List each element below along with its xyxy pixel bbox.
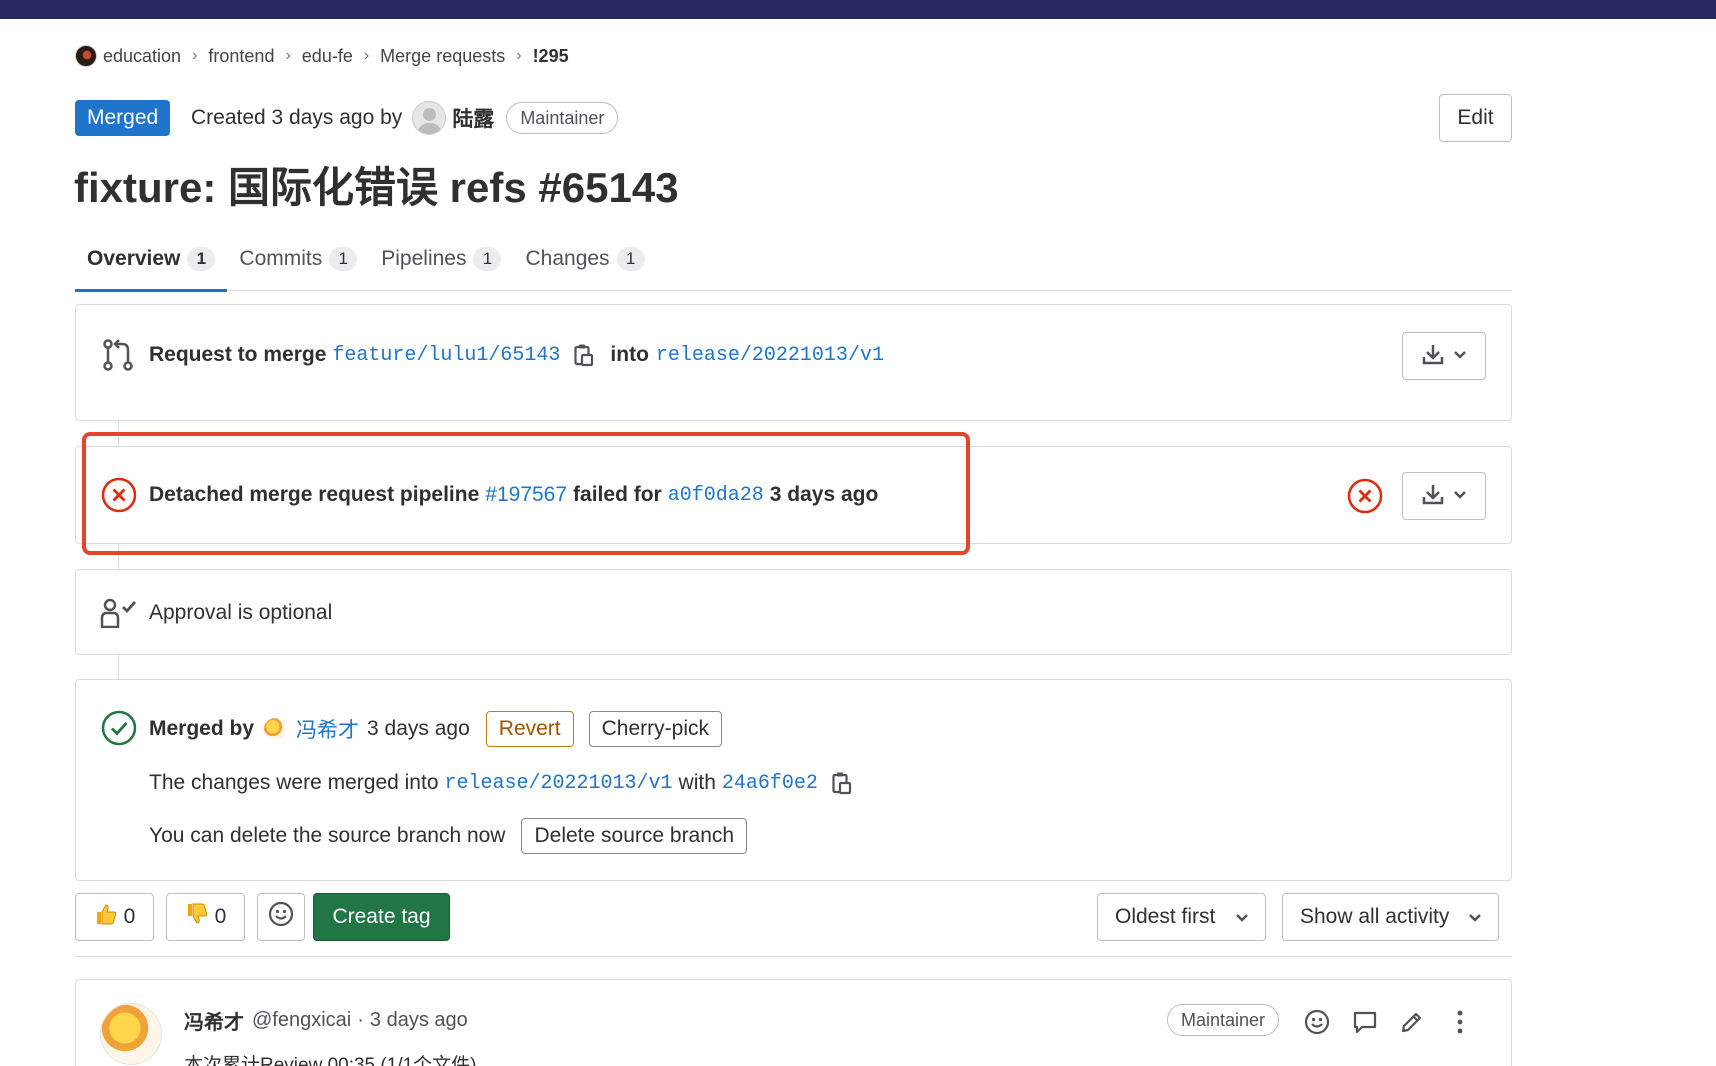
merger-avatar[interactable]: [264, 718, 287, 740]
merged-panel: Merged by 冯希才 3 days ago Revert Cherry-p…: [75, 679, 1512, 881]
git-merge-icon: [101, 338, 135, 377]
tab-count: 1: [329, 246, 358, 271]
thumbs-down-icon: [185, 902, 209, 932]
group-avatar: [75, 45, 97, 67]
tab-label: Overview: [87, 246, 181, 270]
add-reaction-icon[interactable]: [1303, 1008, 1331, 1036]
chevron-down-icon: [1235, 905, 1249, 929]
copy-icon[interactable]: [574, 343, 594, 367]
highlight-annotation-box: [82, 432, 970, 555]
pencil-icon[interactable]: [1398, 1008, 1426, 1036]
merged-by-row: Merged by 冯希才 3 days ago Revert Cherry-p…: [149, 710, 722, 748]
sort-dropdown[interactable]: Oldest first: [1097, 893, 1266, 941]
download-icon: [1421, 342, 1445, 371]
breadcrumb-item-current[interactable]: !295: [533, 46, 569, 67]
create-tag-button[interactable]: Create tag: [313, 893, 450, 941]
mr-tabs: Overview 1 Commits 1 Pipelines 1 Changes…: [75, 226, 1512, 292]
author-link[interactable]: 陆露: [452, 103, 494, 133]
merged-into-text: The changes were merged into: [149, 771, 439, 794]
delete-branch-text: You can delete the source branch now: [149, 824, 506, 847]
copy-icon[interactable]: [832, 771, 852, 795]
chevron-right-icon: ›: [363, 47, 370, 64]
tab-pipelines[interactable]: Pipelines 1: [369, 226, 513, 291]
merge-commit-link[interactable]: 24a6f0e2: [722, 772, 818, 795]
merged-by-prefix: Merged by: [149, 717, 255, 740]
chevron-right-icon: ›: [516, 47, 522, 64]
merger-link[interactable]: 冯希才: [296, 714, 359, 744]
merged-time: 3 days ago: [367, 717, 470, 740]
sort-label: Oldest first: [1115, 905, 1216, 928]
tab-label: Pipelines: [381, 246, 467, 270]
tab-count: 1: [473, 246, 502, 271]
tab-changes[interactable]: Changes 1: [513, 226, 656, 291]
author-role-badge: Maintainer: [506, 102, 619, 134]
tab-label: Changes: [525, 246, 610, 270]
divider: [75, 956, 1512, 957]
chevron-down-icon: [1468, 905, 1482, 929]
failed-stage-icon[interactable]: [1347, 478, 1383, 519]
note-author-username[interactable]: @fengxicai: [252, 1009, 351, 1032]
thumbs-up-button[interactable]: 0: [75, 893, 154, 941]
more-actions-icon[interactable]: [1446, 1008, 1474, 1036]
merged-with-text: with: [678, 771, 716, 794]
delete-branch-row: You can delete the source branch now Del…: [149, 816, 748, 856]
thumbs-up-count: 0: [123, 905, 136, 928]
note-separator: ·: [357, 1009, 364, 1031]
created-info: Created 3 days ago by 陆露 Maintainer: [191, 100, 619, 136]
tab-count: 1: [616, 246, 645, 271]
into-label: into: [610, 343, 649, 366]
status-success-icon: [101, 710, 137, 751]
breadcrumb-item-education[interactable]: education: [103, 46, 181, 67]
note-author-role-badge: Maintainer: [1167, 1004, 1280, 1036]
cherry-pick-button[interactable]: Cherry-pick: [588, 711, 722, 747]
activity-filter-label: Show all activity: [1300, 905, 1450, 928]
chevron-down-icon: [1453, 487, 1467, 505]
merge-info-panel: Request to merge feature/lulu1/65143 int…: [75, 304, 1512, 421]
smiley-icon: [268, 901, 294, 933]
artifacts-dropdown[interactable]: [1402, 472, 1486, 520]
thumbs-down-button[interactable]: 0: [166, 893, 245, 941]
add-reaction-button[interactable]: [257, 893, 305, 941]
note-author-name[interactable]: 冯希才: [184, 1006, 244, 1035]
revert-button[interactable]: Revert: [485, 711, 574, 747]
tab-commits[interactable]: Commits 1: [227, 226, 369, 291]
download-icon: [1421, 482, 1445, 511]
source-branch-link[interactable]: feature/lulu1/65143: [332, 344, 560, 367]
chevron-right-icon: ›: [285, 47, 291, 64]
top-navbar: [0, 0, 1716, 19]
chevron-down-icon: [1453, 347, 1467, 365]
thumbs-up-icon: [94, 902, 118, 932]
activity-filter-dropdown[interactable]: Show all activity: [1282, 893, 1499, 941]
created-text: Created 3 days ago by: [191, 106, 403, 129]
breadcrumb: education › frontend › edu-fe › Merge re…: [75, 42, 569, 70]
merged-into-row: The changes were merged into release/202…: [149, 766, 852, 800]
edit-button[interactable]: Edit: [1439, 94, 1512, 142]
download-dropdown[interactable]: [1402, 332, 1486, 380]
note-time[interactable]: 3 days ago: [370, 1009, 468, 1032]
thumbs-down-count: 0: [214, 905, 227, 928]
target-branch-link[interactable]: release/20221013/v1: [656, 344, 884, 367]
merge-prefix: Request to merge: [149, 343, 327, 366]
delete-source-branch-button[interactable]: Delete source branch: [521, 818, 748, 854]
chevron-right-icon: ›: [192, 47, 198, 64]
author-avatar[interactable]: [412, 101, 447, 135]
reply-comment-icon[interactable]: [1351, 1008, 1379, 1036]
merged-target-branch-link[interactable]: release/20221013/v1: [445, 772, 673, 795]
note-author-avatar[interactable]: [100, 1003, 162, 1065]
approval-text: Approval is optional: [149, 601, 333, 624]
merge-branches: Request to merge feature/lulu1/65143 int…: [149, 340, 884, 370]
approval-icon: [100, 598, 138, 633]
breadcrumb-item-frontend[interactable]: frontend: [208, 46, 274, 67]
status-badge: Merged: [75, 100, 171, 136]
note-header: 冯希才 @fengxicai · 3 days ago: [184, 1006, 468, 1035]
page-title: fixture: 国际化错误 refs #65143: [74, 164, 679, 211]
note-body: 本次累计Review 00:35 (1/1个文件): [184, 1055, 477, 1066]
widget-connector: [118, 654, 119, 680]
breadcrumb-item-merge-requests[interactable]: Merge requests: [380, 46, 505, 67]
breadcrumb-item-edu-fe[interactable]: edu-fe: [302, 46, 353, 67]
tab-overview[interactable]: Overview 1: [75, 226, 228, 292]
tab-count: 1: [187, 246, 216, 271]
approval-panel: Approval is optional: [75, 569, 1512, 655]
tab-label: Commits: [239, 246, 323, 270]
